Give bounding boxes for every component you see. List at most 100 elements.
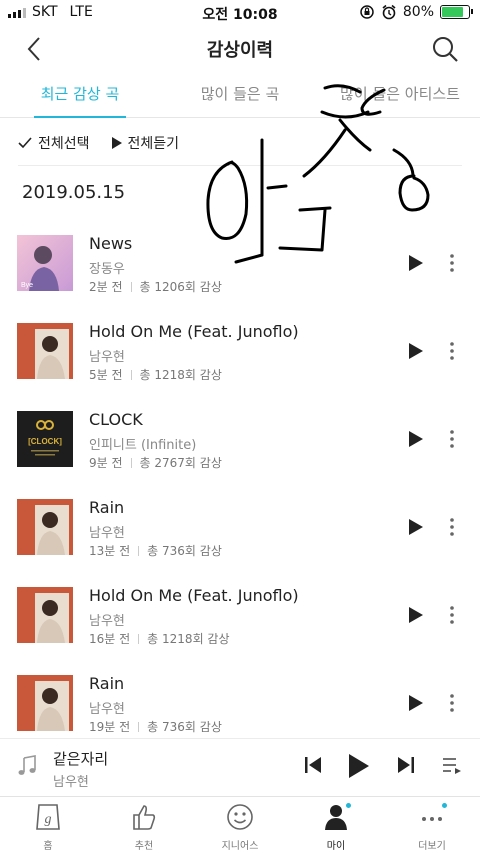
play-icon[interactable] (408, 694, 424, 712)
play-icon[interactable] (408, 430, 424, 448)
track-list: Bye News 장동우 2분 전 총 1206회 감상 Hold On Me (… (0, 218, 480, 746)
play-icon[interactable] (408, 606, 424, 624)
album-art (17, 587, 73, 643)
track-artist: 남우현 (89, 614, 125, 629)
battery-percent: 80% (402, 4, 434, 20)
music-note-icon (18, 755, 36, 775)
more-dots-icon (422, 817, 442, 821)
play-icon[interactable] (348, 753, 370, 779)
select-all-button[interactable]: 전체선택 (18, 130, 90, 156)
track-time-ago: 13분 전 (89, 544, 131, 558)
track-title: News (89, 234, 133, 253)
track-time-ago: 16분 전 (89, 632, 131, 646)
more-vertical-icon[interactable] (448, 341, 456, 361)
list-actions: 전체선택 전체듣기 (18, 130, 462, 166)
track-artist: 남우현 (89, 350, 125, 365)
nav-label: 추천 (134, 841, 154, 852)
page-title: 감상이력 (206, 40, 274, 61)
tab-most-played-tracks[interactable]: 많이 들은 곡 (160, 74, 320, 117)
track-row[interactable]: Rain 남우현 19분 전 총 736회 감상 (0, 658, 480, 746)
nav-recommend[interactable]: 추천 (96, 797, 192, 853)
play-icon[interactable] (408, 342, 424, 360)
now-playing-artist: 남우현 (53, 775, 89, 790)
album-art (17, 499, 73, 555)
notification-dot (442, 803, 447, 808)
track-artist: 장동우 (89, 262, 125, 277)
track-time-ago: 5분 전 (89, 368, 123, 382)
track-meta: 2분 전 총 1206회 감상 (89, 278, 222, 295)
track-time-ago: 19분 전 (89, 720, 131, 734)
track-meta: 5분 전 총 1218회 감상 (89, 366, 222, 383)
album-art-caption: [CLOCK] (28, 437, 62, 446)
album-art (17, 675, 73, 731)
date-header: 2019.05.15 (22, 182, 126, 203)
now-playing-title: 같은자리 (53, 750, 109, 768)
track-meta: 16분 전 총 1218회 감상 (89, 630, 230, 647)
play-all-button[interactable]: 전체듣기 (111, 130, 180, 156)
notification-dot (346, 803, 351, 808)
track-title: Hold On Me (Feat. Junoflo) (89, 586, 299, 605)
play-all-label: 전체듣기 (127, 136, 180, 152)
more-vertical-icon[interactable] (448, 429, 456, 449)
track-title: Hold On Me (Feat. Junoflo) (89, 322, 299, 341)
album-art-caption: Bye (21, 282, 33, 289)
tab-recent-tracks[interactable]: 최근 감상 곡 (0, 74, 160, 118)
track-artist: 남우현 (89, 702, 125, 717)
status-right: 80% (359, 4, 473, 20)
play-icon[interactable] (408, 254, 424, 272)
next-track-icon[interactable] (397, 755, 415, 775)
play-icon (111, 137, 122, 149)
track-title: Rain (89, 674, 125, 693)
album-art (17, 323, 73, 379)
nav-label: 지니어스 (221, 841, 259, 852)
track-play-count: 총 2767회 감상 (139, 456, 222, 470)
track-play-count: 총 736회 감상 (147, 544, 222, 558)
track-row[interactable]: Hold On Me (Feat. Junoflo) 남우현 5분 전 총 121… (0, 306, 480, 394)
more-vertical-icon[interactable] (448, 605, 456, 625)
bottom-nav: g 홈 추천 지니어스 마이 더보기 (0, 796, 480, 853)
checkmark-icon (18, 137, 32, 149)
nav-label: 더보기 (418, 841, 446, 852)
track-artist: 남우현 (89, 526, 125, 541)
nav-genius[interactable]: 지니어스 (192, 797, 288, 853)
track-meta: 9분 전 총 2767회 감상 (89, 454, 222, 471)
more-vertical-icon[interactable] (448, 517, 456, 537)
orientation-lock-icon (360, 5, 374, 19)
track-play-count: 총 1218회 감상 (147, 632, 230, 646)
album-art: [CLOCK] (17, 411, 73, 467)
more-vertical-icon[interactable] (448, 253, 456, 273)
nav-label: 마이 (326, 841, 346, 852)
tab-bar: 최근 감상 곡 많이 들은 곡 많이 들은 아티스트 (0, 74, 480, 118)
track-title: Rain (89, 498, 125, 517)
more-vertical-icon[interactable] (448, 693, 456, 713)
select-all-label: 전체선택 (38, 136, 90, 152)
genie-home-icon: g (36, 804, 60, 830)
play-icon[interactable] (408, 518, 424, 536)
mini-player[interactable]: 같은자리 남우현 (0, 738, 480, 796)
person-icon (325, 805, 347, 830)
status-bar: SKT LTE 오전 10:08 80% (0, 0, 480, 26)
track-artist: 인피니트 (Infinite) (89, 438, 197, 453)
search-icon[interactable] (430, 34, 460, 64)
tab-most-played-artists[interactable]: 많이 들은 아티스트 (320, 74, 480, 117)
track-row[interactable]: Bye News 장동우 2분 전 총 1206회 감상 (0, 218, 480, 306)
svg-text:g: g (45, 812, 52, 827)
nav-label: 홈 (43, 841, 53, 852)
smiley-icon (227, 804, 253, 830)
nav-more[interactable]: 더보기 (384, 797, 480, 853)
track-row[interactable]: Rain 남우현 13분 전 총 736회 감상 (0, 482, 480, 570)
nav-home[interactable]: g 홈 (0, 797, 96, 853)
alarm-icon (382, 4, 396, 20)
track-row[interactable]: Hold On Me (Feat. Junoflo) 남우현 16분 전 총 12… (0, 570, 480, 658)
track-play-count: 총 1218회 감상 (139, 368, 222, 382)
playlist-icon[interactable] (442, 757, 462, 775)
battery-icon (440, 5, 473, 19)
track-row[interactable]: [CLOCK] CLOCK 인피니트 (Infinite) 9분 전 총 2767… (0, 394, 480, 482)
album-art: Bye (17, 235, 73, 291)
app-header: 감상이력 (0, 26, 480, 72)
track-play-count: 총 736회 감상 (147, 720, 222, 734)
previous-track-icon[interactable] (304, 755, 322, 775)
nav-my[interactable]: 마이 (288, 797, 384, 853)
track-time-ago: 9분 전 (89, 456, 123, 470)
track-play-count: 총 1206회 감상 (139, 280, 222, 294)
